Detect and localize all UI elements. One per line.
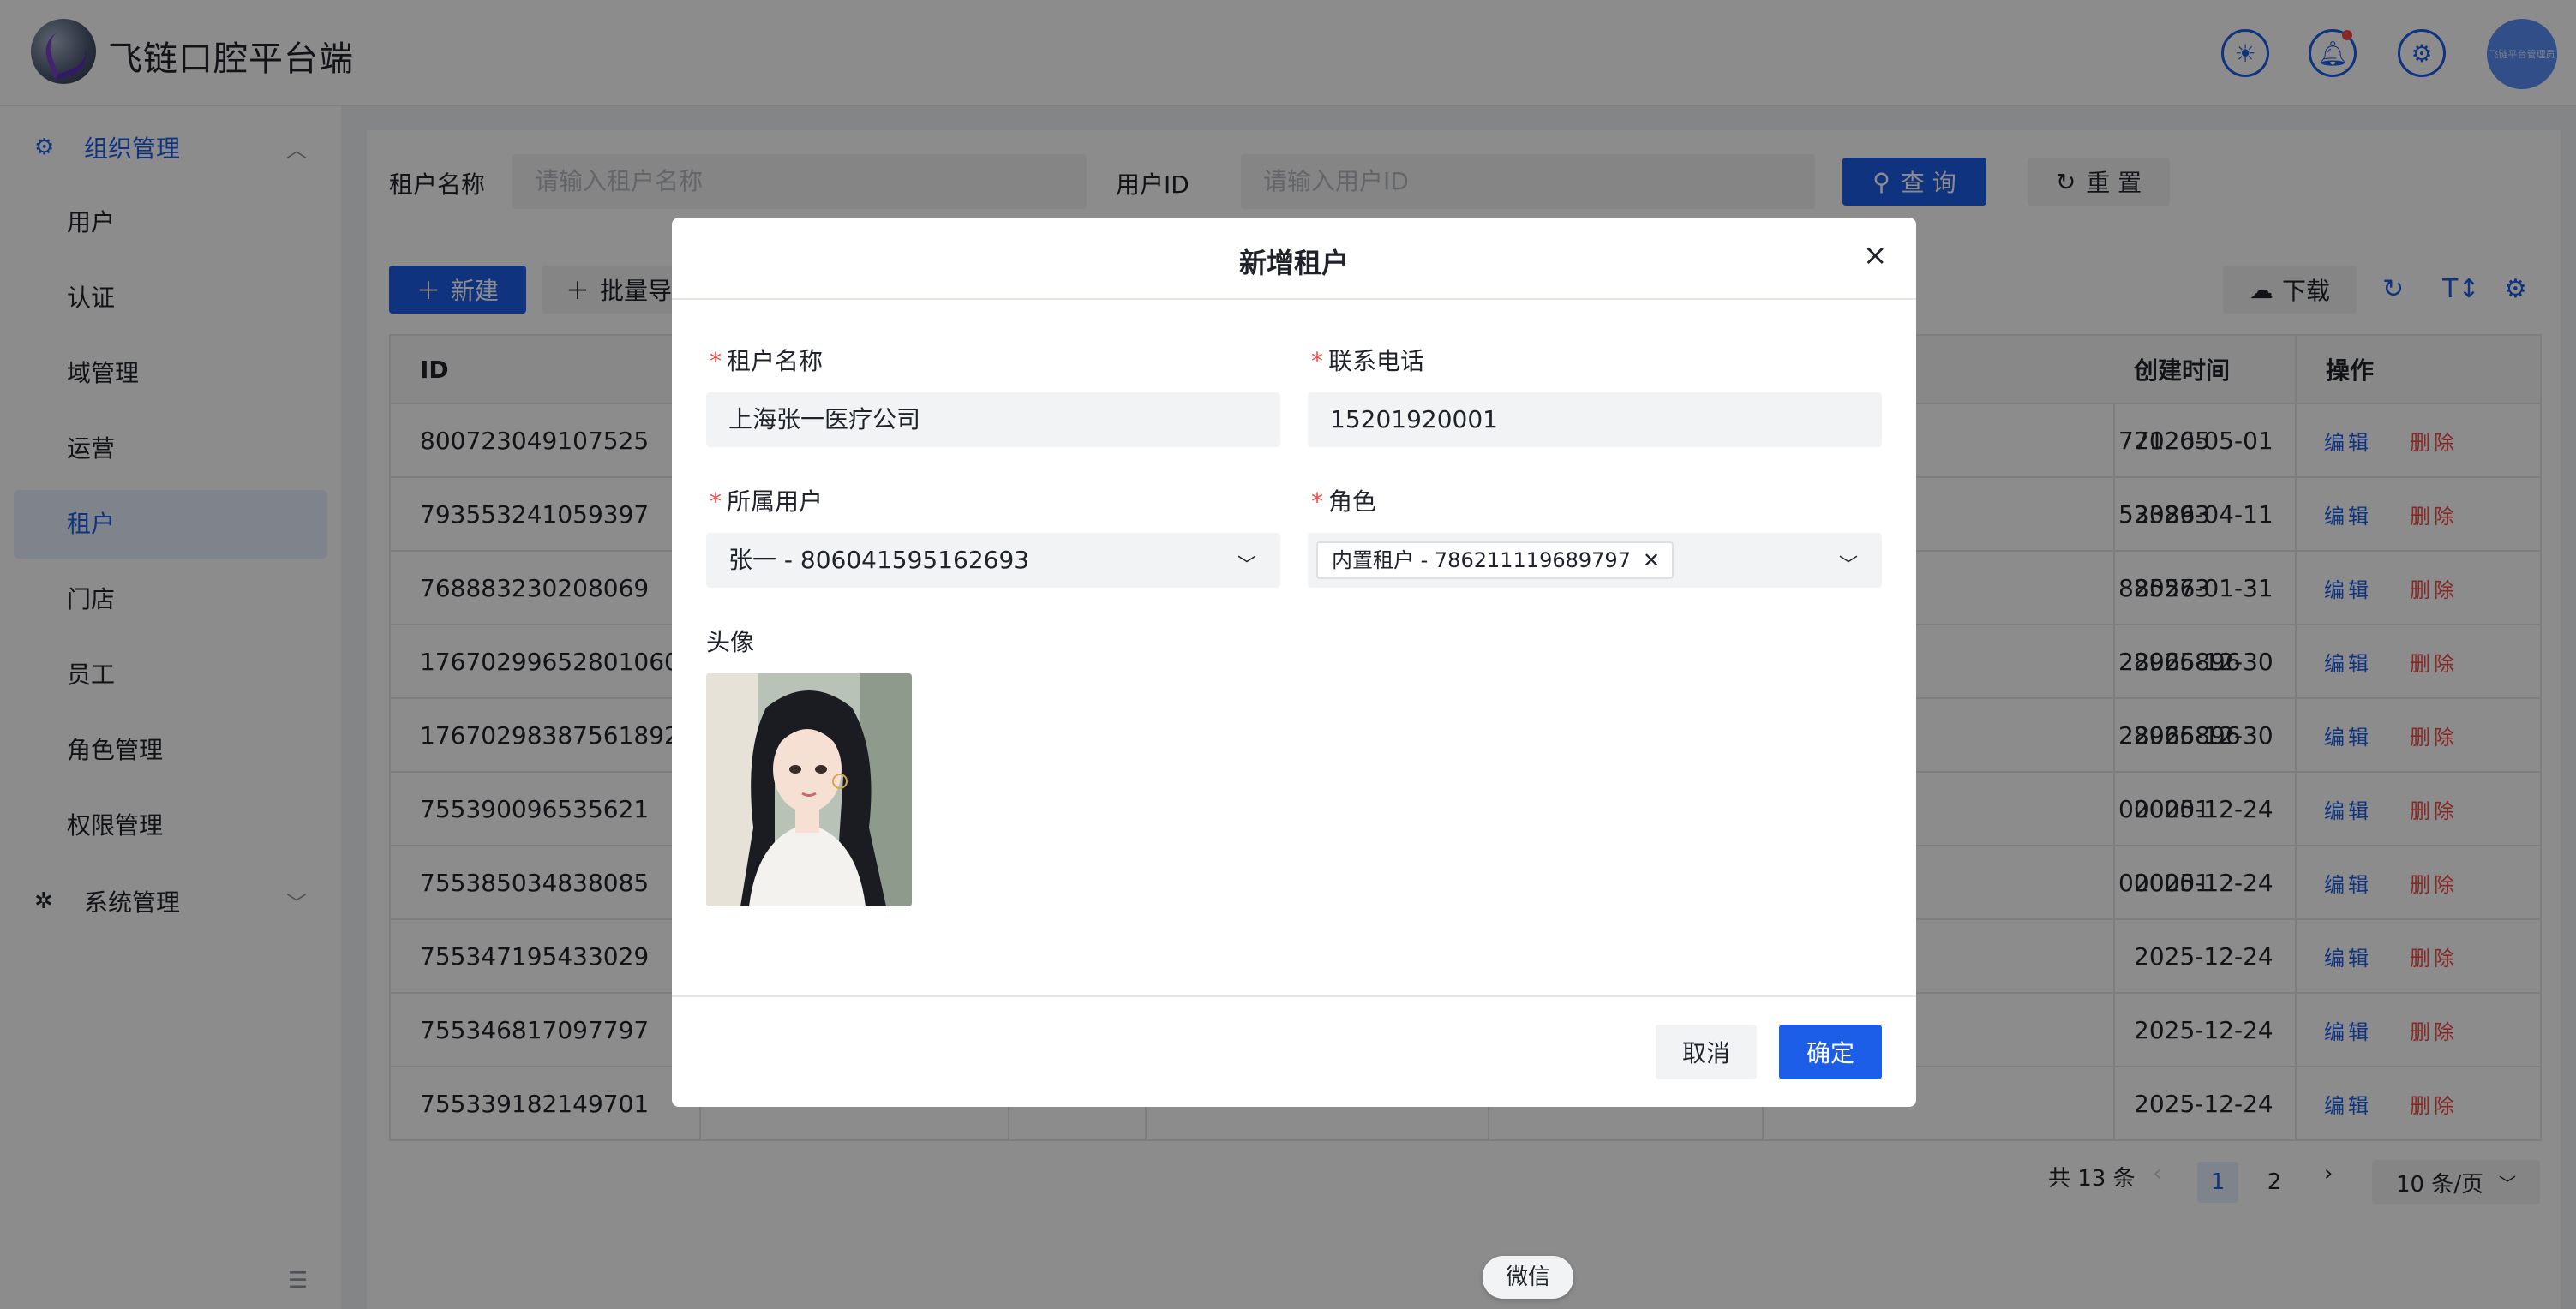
wechat-tooltip: 微信 <box>1483 1256 1573 1299</box>
owner-field-label: * 所属用户 <box>710 487 824 516</box>
remove-tag-icon[interactable]: ✕ <box>1643 548 1660 572</box>
avatar-field-label: 头像 <box>706 628 755 656</box>
add-tenant-modal: 新增租户 × * 租户名称 上海张一医疗公司 * 联系电话 15201920001 … <box>672 218 1916 1107</box>
owner-select[interactable]: 张一 - 806041595162693 <box>706 533 1280 588</box>
tenant-name-field[interactable]: 上海张一医疗公司 <box>706 392 1280 447</box>
modal-header-divider <box>672 298 1916 300</box>
phone-field-label: * 联系电话 <box>1311 347 1425 375</box>
chevron-down-icon: ﹀ <box>1839 555 1859 577</box>
modal-title: 新增租户 <box>1238 247 1349 279</box>
modal-footer-divider <box>672 995 1916 997</box>
chevron-down-icon: ﹀ <box>1237 555 1257 577</box>
avatar-upload-image[interactable] <box>706 673 912 906</box>
close-icon[interactable]: × <box>1863 238 1888 272</box>
role-tag-label: 内置租户 - 786211119689797 <box>1332 548 1631 572</box>
role-field-label: * 角色 <box>1311 487 1377 516</box>
cancel-button[interactable]: 取消 <box>1656 1025 1757 1079</box>
confirm-button[interactable]: 确定 <box>1779 1025 1882 1079</box>
tenant-name-field-label: * 租户名称 <box>710 347 824 375</box>
role-tag: 内置租户 - 786211119689797 ✕ <box>1316 541 1674 579</box>
phone-field[interactable]: 15201920001 <box>1308 392 1882 447</box>
